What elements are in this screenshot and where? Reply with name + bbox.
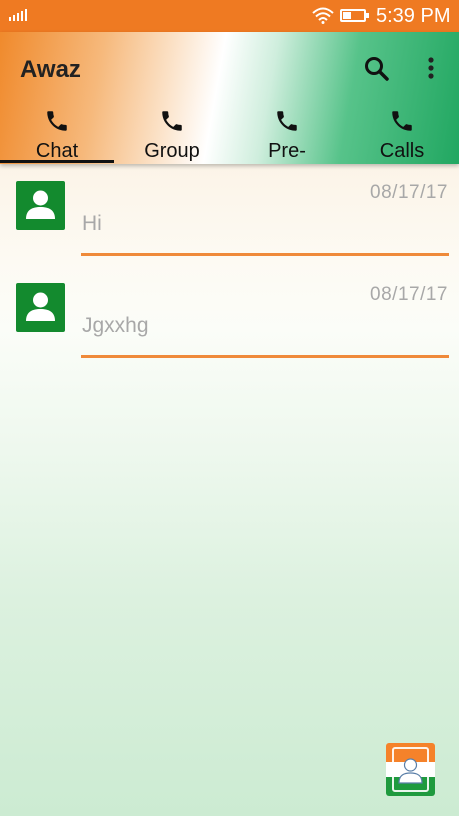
divider [81,253,449,256]
app-bar: Awaz Chat Group Pre- Calls [0,32,459,164]
tab-chat[interactable]: Chat [0,104,114,164]
chat-date: 08/17/17 [370,284,448,305]
divider [81,355,449,358]
search-icon [365,57,389,81]
chat-list-item[interactable]: 08/17/17 Hi [0,166,459,266]
person-icon [26,190,55,219]
app-title: Awaz [20,56,81,83]
chat-name: Jgxxhg [82,314,149,337]
battery-icon [340,9,369,22]
more-options-button[interactable] [418,54,444,84]
tab-pre[interactable]: Pre- [230,104,344,164]
signal-icon [9,9,27,21]
more-vert-icon [428,57,434,79]
avatar [16,181,65,230]
wifi-icon [312,7,334,24]
avatar [16,283,65,332]
person-icon [26,292,55,321]
contact-card-icon [392,747,429,792]
tab-group[interactable]: Group [115,104,229,164]
search-button[interactable] [362,54,392,84]
tab-label: Pre- [268,140,306,162]
status-bar: 5:39 PM [0,0,459,32]
chat-name: Hi [82,212,102,235]
phone-icon [47,111,67,131]
phone-icon [277,111,297,131]
status-time: 5:39 PM [376,5,451,27]
tab-label: Group [144,140,200,162]
tab-calls[interactable]: Calls [345,104,459,164]
tab-indicator [0,160,114,163]
phone-icon [162,111,182,131]
phone-icon [392,111,412,131]
tab-label: Calls [379,140,425,162]
new-contact-button[interactable] [386,743,435,796]
chat-date: 08/17/17 [370,182,448,203]
chat-list-item[interactable]: 08/17/17 Jgxxhg [0,268,459,368]
